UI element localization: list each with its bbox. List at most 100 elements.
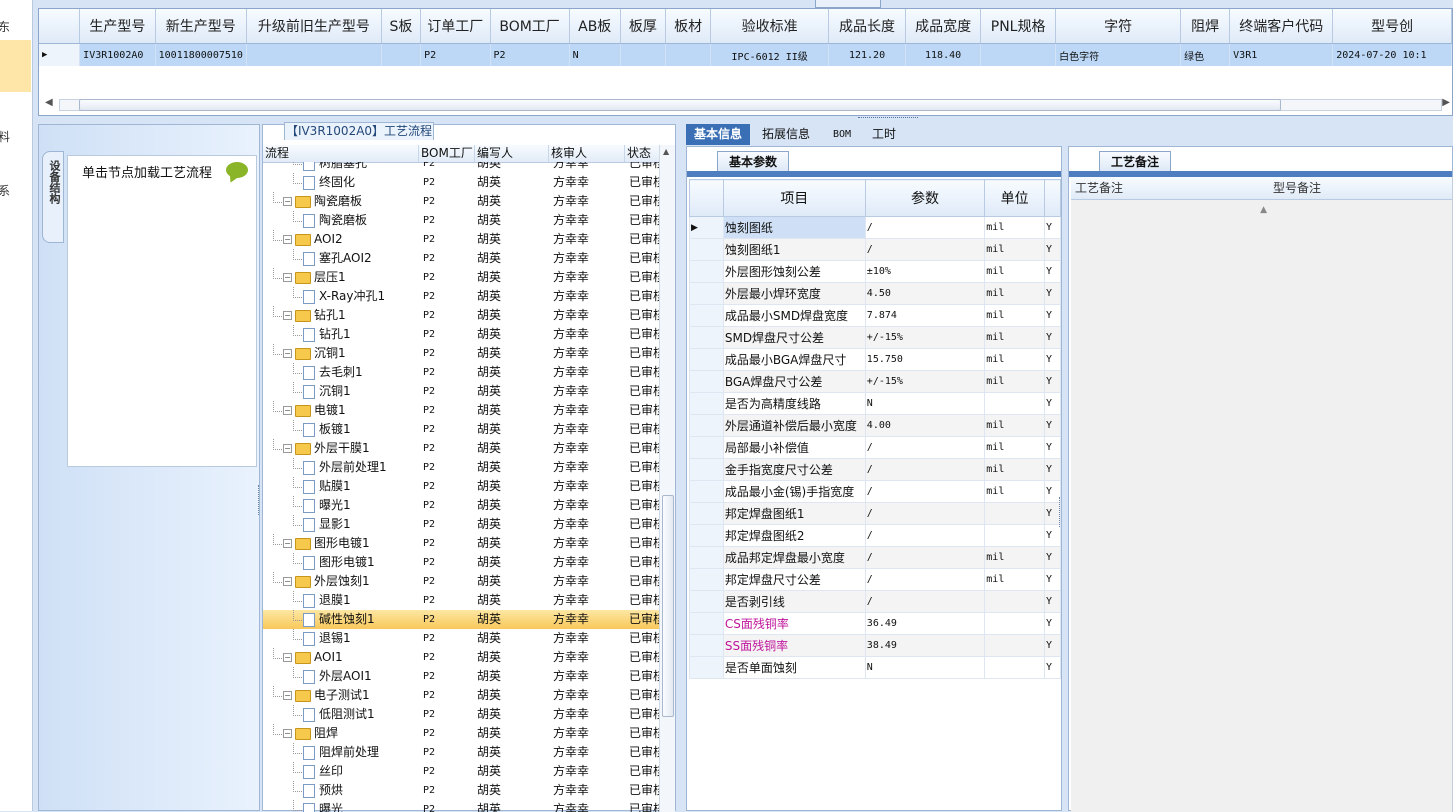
param-item[interactable]: 蚀刻图纸	[723, 217, 865, 239]
tree-node[interactable]: 曝光1P2胡英方幸幸已审核	[263, 496, 660, 515]
cell-1[interactable]: 10011800007510	[155, 44, 246, 67]
remarks-title[interactable]: 工艺备注	[1099, 151, 1171, 172]
tree-node[interactable]: 沉铜1P2胡英方幸幸已审核	[263, 382, 660, 401]
cell-14[interactable]: 绿色	[1181, 44, 1230, 67]
param-item[interactable]: 邦定焊盘图纸2	[723, 525, 865, 547]
param-item[interactable]: 成品最小BGA焊盘尺寸	[723, 349, 865, 371]
collapse-icon[interactable]: −	[283, 539, 292, 548]
tab-basic-info[interactable]: 基本信息	[686, 124, 750, 145]
tree-node[interactable]: −层压1P2胡英方幸幸已审核	[263, 268, 660, 287]
param-item[interactable]: 成品邦定焊盘最小宽度	[723, 547, 865, 569]
tree-node[interactable]: 终固化P2胡英方幸幸已审核	[263, 173, 660, 192]
nav-highlight[interactable]	[0, 40, 31, 92]
param-value[interactable]: /	[865, 547, 984, 569]
collapse-icon[interactable]: −	[283, 349, 292, 358]
table-row[interactable]: ▶IV3R1002A010011800007510P2P2NIPC-6012 I…	[39, 44, 1452, 67]
collapse-icon[interactable]: −	[283, 273, 292, 282]
col-header-7[interactable]: 板厚	[620, 9, 665, 44]
tree-node[interactable]: −钻孔1P2胡英方幸幸已审核	[263, 306, 660, 325]
cell-12[interactable]	[981, 44, 1056, 67]
param-value[interactable]: 4.50	[865, 283, 984, 305]
scroll-up-icon[interactable]: ▲	[1260, 205, 1267, 215]
param-item[interactable]: CS面残铜率	[723, 613, 865, 635]
table-row[interactable]: CS面残铜率36.49Y	[690, 613, 1061, 635]
col-header-9[interactable]: 验收标准	[711, 9, 829, 44]
collapse-icon[interactable]: −	[283, 653, 292, 662]
param-flag[interactable]: Y	[1045, 569, 1061, 591]
tree-node[interactable]: 板镀1P2胡英方幸幸已审核	[263, 420, 660, 439]
tree-node[interactable]: −图形电镀1P2胡英方幸幸已审核	[263, 534, 660, 553]
param-value[interactable]: /	[865, 525, 984, 547]
param-value[interactable]: 36.49	[865, 613, 984, 635]
table-row[interactable]: 成品最小金(锡)手指宽度/milY	[690, 481, 1061, 503]
tree-node[interactable]: 陶瓷磨板P2胡英方幸幸已审核	[263, 211, 660, 230]
cell-6[interactable]: N	[569, 44, 620, 67]
table-row[interactable]: 是否为高精度线路NY	[690, 393, 1061, 415]
tree-node[interactable]: 图形电镀1P2胡英方幸幸已审核	[263, 553, 660, 572]
param-unit[interactable]: mil	[985, 459, 1045, 481]
param-value[interactable]: 15.750	[865, 349, 984, 371]
tree-node[interactable]: 退膜1P2胡英方幸幸已审核	[263, 591, 660, 610]
tree-node[interactable]: 树脂塞孔P2胡英方幸幸已审核	[263, 162, 660, 173]
col-header-6[interactable]: AB板	[569, 9, 620, 44]
param-unit[interactable]: mil	[985, 481, 1045, 503]
param-flag[interactable]: Y	[1045, 437, 1061, 459]
cell-8[interactable]	[666, 44, 711, 67]
cell-15[interactable]: V3R1	[1230, 44, 1333, 67]
table-row[interactable]: 成品邦定焊盘最小宽度/milY	[690, 547, 1061, 569]
param-item[interactable]: SS面残铜率	[723, 635, 865, 657]
param-value[interactable]: N	[865, 657, 984, 679]
cell-9[interactable]: IPC-6012 II级	[711, 44, 829, 67]
tree-node[interactable]: 丝印P2胡英方幸幸已审核	[263, 762, 660, 781]
tab-work-hours[interactable]: 工时	[866, 124, 902, 145]
tree-node[interactable]: −电镀1P2胡英方幸幸已审核	[263, 401, 660, 420]
basic-params-title[interactable]: 基本参数	[717, 151, 789, 172]
table-row[interactable]: 邦定焊盘图纸2/ Y	[690, 525, 1061, 547]
tree-node[interactable]: 去毛刺1P2胡英方幸幸已审核	[263, 363, 660, 382]
table-row[interactable]: 蚀刻图纸1/milY	[690, 239, 1061, 261]
collapse-icon[interactable]: −	[283, 729, 292, 738]
col-header-15[interactable]: 终端客户代码	[1230, 9, 1333, 44]
table-row[interactable]: 外层最小焊环宽度4.50milY	[690, 283, 1061, 305]
param-unit[interactable]	[985, 503, 1045, 525]
tree-node[interactable]: 退锡1P2胡英方幸幸已审核	[263, 629, 660, 648]
col-header-2[interactable]: 升级前旧生产型号	[246, 9, 381, 44]
param-flag[interactable]: Y	[1045, 349, 1061, 371]
col-header-10[interactable]: 成品长度	[829, 9, 906, 44]
param-value[interactable]: N	[865, 393, 984, 415]
param-unit[interactable]: mil	[985, 327, 1045, 349]
col-header-unit[interactable]: 单位	[985, 180, 1045, 217]
param-value[interactable]: 38.49	[865, 635, 984, 657]
table-row[interactable]: ▶蚀刻图纸/milY	[690, 217, 1061, 239]
col-header-3[interactable]: S板	[381, 9, 420, 44]
tree-node[interactable]: 钻孔1P2胡英方幸幸已审核	[263, 325, 660, 344]
param-flag[interactable]: Y	[1045, 635, 1061, 657]
collapse-icon[interactable]: −	[283, 444, 292, 453]
structure-tree[interactable]: 单击节点加载工艺流程	[67, 155, 257, 467]
param-value[interactable]: +/-15%	[865, 371, 984, 393]
param-flag[interactable]: Y	[1045, 591, 1061, 613]
param-item[interactable]: 金手指宽度尺寸公差	[723, 459, 865, 481]
tree-node[interactable]: −阻焊P2胡英方幸幸已审核	[263, 724, 660, 743]
param-flag[interactable]: Y	[1045, 525, 1061, 547]
col-header-14[interactable]: 阻焊	[1181, 9, 1230, 44]
param-item[interactable]: 局部最小补偿值	[723, 437, 865, 459]
vertical-scrollbar[interactable]: ▲	[659, 145, 675, 812]
param-item[interactable]: 是否剥引线	[723, 591, 865, 613]
tree-node[interactable]: X-Ray冲孔1P2胡英方幸幸已审核	[263, 287, 660, 306]
param-unit[interactable]: mil	[985, 437, 1045, 459]
col-header-4[interactable]: 订单工厂	[421, 9, 490, 44]
tree-node[interactable]: 曝光P2胡英方幸幸已审核	[263, 800, 660, 812]
param-item[interactable]: 是否单面蚀刻	[723, 657, 865, 679]
param-flag[interactable]: Y	[1045, 547, 1061, 569]
param-item[interactable]: 外层图形蚀刻公差	[723, 261, 865, 283]
tab-bom[interactable]: BOM	[824, 124, 860, 145]
collapse-icon[interactable]: −	[283, 406, 292, 415]
param-unit[interactable]: mil	[985, 371, 1045, 393]
horizontal-scrollbar[interactable]: ◀ ▶	[39, 97, 1452, 111]
table-row[interactable]: 成品最小SMD焊盘宽度7.874milY	[690, 305, 1061, 327]
param-item[interactable]: SMD焊盘尺寸公差	[723, 327, 865, 349]
tree-node[interactable]: 显影1P2胡英方幸幸已审核	[263, 515, 660, 534]
table-row[interactable]: 外层图形蚀刻公差±10%milY	[690, 261, 1061, 283]
table-row[interactable]: 局部最小补偿值/milY	[690, 437, 1061, 459]
